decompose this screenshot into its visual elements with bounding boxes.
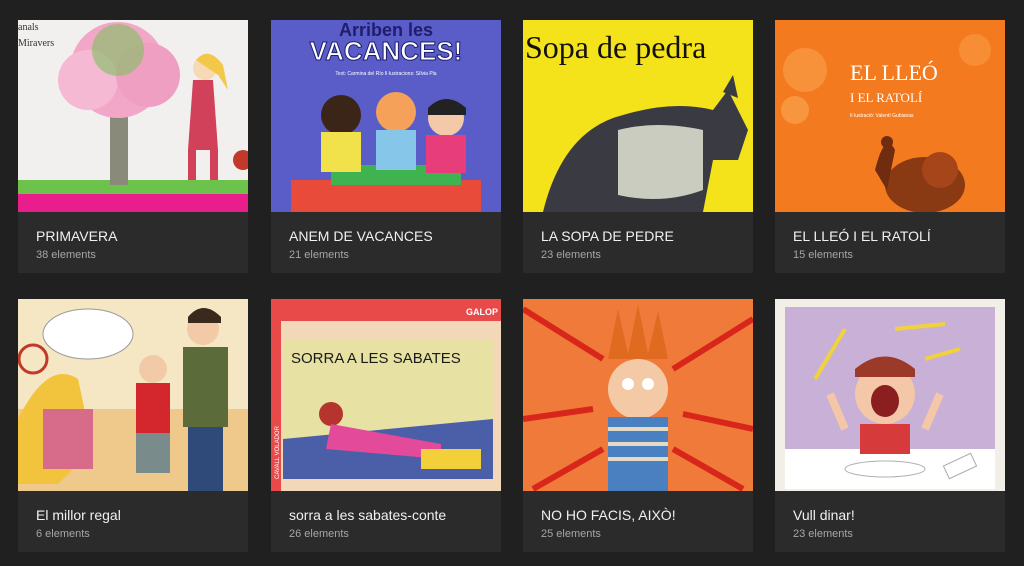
album-title: ANEM DE VACANCES: [289, 228, 433, 244]
album-title: El millor regal: [36, 507, 121, 523]
album-count: 26 elements: [289, 528, 349, 540]
album-title: EL LLEÓ I EL RATOLÍ: [793, 228, 931, 244]
album-meta: ANEM DE VACANCES 21 elements: [271, 212, 501, 273]
album-card[interactable]: anals Miravers PRIMAVERA 38 elements: [18, 20, 248, 273]
album-meta: NO HO FACIS, AIXÒ! 25 elements: [523, 491, 753, 552]
album-card[interactable]: Arriben les VACANCES! Text: Carmina del …: [271, 20, 501, 273]
album-title: LA SOPA DE PEDRE: [541, 228, 674, 244]
cover-text: anals: [18, 22, 39, 33]
album-meta: Vull dinar! 23 elements: [775, 491, 1005, 552]
cover-text: I EL RATOLÍ: [850, 90, 922, 105]
album-count: 21 elements: [289, 249, 349, 261]
cover-text: Miravers: [18, 38, 54, 49]
album-meta: sorra a les sabates-conte 26 elements: [271, 491, 501, 552]
cover-illustration-no-ho-facis: [523, 299, 753, 491]
album-card[interactable]: Sopa de pedra LA SOPA DE PEDRE 23 elemen…: [523, 20, 753, 273]
cover-text: Text: Carmina del Río Il·lustracions: Sí…: [335, 71, 436, 77]
cover-illustration-sopa: Sopa de pedra: [523, 20, 753, 212]
cover-text: GALOP: [466, 307, 498, 317]
cover-text: EL LLEÓ: [850, 60, 938, 85]
album-title: sorra a les sabates-conte: [289, 507, 447, 523]
cover-illustration-lleo: EL LLEÓ I EL RATOLÍ Il·lustració: Valent…: [775, 20, 1005, 212]
album-title: Vull dinar!: [793, 507, 855, 523]
cover-illustration-vacances: Arriben les VACANCES! Text: Carmina del …: [271, 20, 501, 212]
cover-text: Il·lustració: Valentí Gubianas: [850, 113, 914, 119]
album-cover[interactable]: Sopa de pedra: [523, 20, 753, 212]
album-card[interactable]: Vull dinar! 23 elements: [775, 299, 1005, 552]
album-title: PRIMAVERA: [36, 228, 118, 244]
album-cover[interactable]: Arriben les VACANCES! Text: Carmina del …: [271, 20, 501, 212]
album-meta: EL LLEÓ I EL RATOLÍ 15 elements: [775, 212, 1005, 273]
album-card[interactable]: NO HO FACIS, AIXÒ! 25 elements: [523, 299, 753, 552]
album-cover[interactable]: EL LLEÓ I EL RATOLÍ Il·lustració: Valent…: [775, 20, 1005, 212]
album-count: 6 elements: [36, 528, 90, 540]
album-cover[interactable]: [775, 299, 1005, 491]
album-count: 15 elements: [793, 249, 853, 261]
cover-text: Sopa de pedra: [525, 29, 706, 65]
cover-illustration-vull-dinar: [775, 299, 1005, 491]
album-cover[interactable]: anals Miravers: [18, 20, 248, 212]
album-meta: PRIMAVERA 38 elements: [18, 212, 248, 273]
cover-text: SORRA A LES SABATES: [291, 350, 461, 367]
album-cover[interactable]: [523, 299, 753, 491]
cover-illustration-regal: [18, 299, 248, 491]
album-card[interactable]: GALOP CAVALL VOLADOR SORRA A LES SABATES…: [271, 299, 501, 552]
cover-illustration-sorra: GALOP CAVALL VOLADOR SORRA A LES SABATES: [271, 299, 501, 491]
album-card[interactable]: El millor regal 6 elements: [18, 299, 248, 552]
album-count: 23 elements: [541, 249, 601, 261]
album-cover[interactable]: [18, 299, 248, 491]
album-meta: LA SOPA DE PEDRE 23 elements: [523, 212, 753, 273]
album-meta: El millor regal 6 elements: [18, 491, 248, 552]
album-grid: anals Miravers PRIMAVERA 38 elements Arr…: [0, 0, 1024, 566]
cover-text: VACANCES!: [310, 36, 463, 66]
album-cover[interactable]: GALOP CAVALL VOLADOR SORRA A LES SABATES: [271, 299, 501, 491]
album-card[interactable]: EL LLEÓ I EL RATOLÍ Il·lustració: Valent…: [775, 20, 1005, 273]
album-count: 25 elements: [541, 528, 601, 540]
cover-text: CAVALL VOLADOR: [275, 425, 281, 479]
album-title: NO HO FACIS, AIXÒ!: [541, 507, 676, 523]
cover-illustration-spring: anals Miravers: [18, 20, 248, 212]
album-count: 38 elements: [36, 249, 96, 261]
album-count: 23 elements: [793, 528, 853, 540]
